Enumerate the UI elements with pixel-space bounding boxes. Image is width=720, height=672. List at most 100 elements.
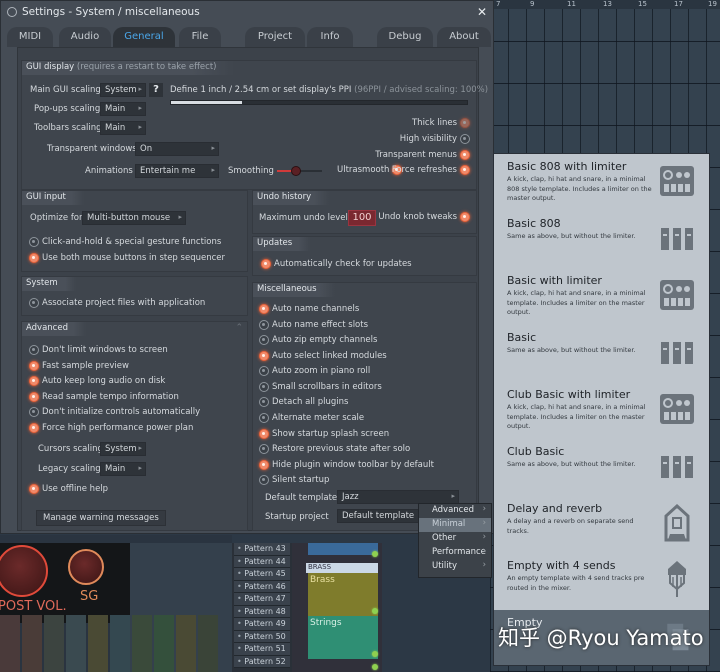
mixer-track[interactable] [66,615,86,672]
option-label: Show startup splash screen [272,429,390,439]
template-item[interactable]: Basic 808 with limiter A kick, clap, hi … [494,154,709,211]
template-item[interactable]: Basic with limiter A kick, clap, hi hat … [494,268,709,325]
smoothing-slider[interactable] [277,166,322,176]
tab-debug[interactable]: Debug [377,27,433,47]
channel-group-header[interactable]: BRASS [306,563,378,573]
transparent-windows-select[interactable]: On [135,142,219,156]
ppi-slider[interactable] [170,100,468,105]
channel-led[interactable] [372,651,378,657]
tab-midi[interactable]: MIDI [7,27,53,47]
tab-file[interactable]: File [179,27,221,47]
tab-project[interactable]: Project [245,27,305,47]
title-bar[interactable]: Settings - System / miscellaneous ✕ [1,1,493,25]
close-button[interactable]: ✕ [477,5,487,19]
menu-item-other[interactable]: Other [419,532,491,546]
pattern-item[interactable]: Pattern 46 [234,580,290,593]
mixer-track[interactable] [110,615,130,672]
tab-about[interactable]: About [437,27,491,47]
manage-warnings-button[interactable]: Manage warning messages [36,510,166,526]
legacy-scaling-select[interactable]: Main [100,462,146,476]
pattern-item[interactable]: Pattern 45 [234,568,290,581]
high-visibility-toggle[interactable]: High visibility [400,134,470,144]
pattern-item[interactable]: Pattern 48 [234,605,290,618]
pattern-item[interactable]: Pattern 49 [234,618,290,631]
mixer-track[interactable] [22,615,42,672]
advanced-option[interactable]: Auto keep long audio on disk [29,376,165,386]
mixer-track[interactable] [198,615,218,672]
mixer-track[interactable] [44,615,64,672]
mixer-track[interactable] [154,615,174,672]
misc-option[interactable]: Restore previous state after solo [259,444,410,454]
channel-led[interactable] [372,551,378,557]
smoothing-handle[interactable] [291,166,301,176]
animations-select[interactable]: Entertain me [135,164,219,178]
post-vol-knob[interactable] [0,545,48,597]
template-item[interactable]: Club Basic Same as above, but without th… [494,439,709,496]
popups-scaling-select[interactable]: Main [100,102,146,116]
template-item[interactable]: Delay and reverb A delay and a reverb on… [494,496,709,553]
transparent-menus-toggle[interactable]: Transparent menus [375,150,470,160]
misc-option[interactable]: Small scrollbars in editors [259,382,382,392]
advanced-option[interactable]: Force high performance power plan [29,423,193,433]
misc-option[interactable]: Alternate meter scale [259,413,364,423]
mixer-track[interactable] [0,615,20,672]
channel-brass[interactable]: Brass [308,573,378,616]
pattern-item[interactable]: Pattern 51 [234,643,290,656]
mixer-track[interactable] [176,615,196,672]
misc-option[interactable]: Auto zoom in piano roll [259,366,370,376]
misc-option[interactable]: Show startup splash screen [259,429,389,439]
main-gui-scaling-select[interactable]: System [100,83,146,97]
template-item[interactable]: Empty with 4 sends An empty template wit… [494,553,709,610]
pattern-item[interactable]: Pattern 44 [234,555,290,568]
auto-check-updates-toggle[interactable]: Automatically check for updates [261,259,412,269]
misc-option[interactable]: Silent startup [259,475,329,485]
offline-help-toggle[interactable]: Use offline help [29,484,108,494]
force-refreshes-toggle[interactable]: Force refreshes [392,165,470,175]
channel-strings[interactable]: Strings [308,616,378,659]
toolbars-scaling-select[interactable]: Main [100,121,146,135]
template-item[interactable]: Club Basic with limiter A kick, clap, hi… [494,382,709,439]
click-hold-toggle[interactable]: Click-and-hold & special gesture functio… [29,237,221,247]
template-item[interactable]: Basic Same as above, but without the lim… [494,325,709,382]
mixer-track[interactable] [88,615,108,672]
misc-option[interactable]: Hide plugin window toolbar by default [259,460,434,470]
playlist-ruler[interactable]: 7 9 11 13 15 17 19 [490,0,720,9]
misc-option[interactable]: Auto name channels [259,304,359,314]
undo-knob-tweaks-toggle[interactable]: Undo knob tweaks [378,212,470,222]
template-item[interactable]: Basic 808 Same as above, but without the… [494,211,709,268]
advanced-option[interactable]: Read sample tempo information [29,392,179,402]
misc-option[interactable]: Auto select linked modules [259,351,387,361]
menu-item-minimal[interactable]: Minimal [419,518,491,532]
channel-item[interactable] [308,543,378,555]
misc-option[interactable]: Auto zip empty channels [259,335,377,345]
menu-item-performance[interactable]: Performance [419,546,491,560]
channel-led[interactable] [372,608,378,614]
both-mouse-buttons-toggle[interactable]: Use both mouse buttons in step sequencer [29,253,225,263]
cursors-scaling-select[interactable]: System [100,442,146,456]
ppi-label: Define 1 inch / 2.54 cm or set display's… [170,85,488,95]
pattern-item[interactable]: Pattern 50 [234,630,290,643]
advanced-option[interactable]: Don't initialize controls automatically [29,407,200,417]
default-template-select[interactable]: Jazz [337,490,459,504]
help-button[interactable]: ? [149,83,163,97]
thick-lines-toggle[interactable]: Thick lines [412,118,470,128]
sg-knob[interactable] [68,549,104,585]
optimize-for-select[interactable]: Multi-button mouse [82,211,186,225]
collapse-icon[interactable]: ⌃ [235,323,243,333]
tab-audio[interactable]: Audio [59,27,111,47]
advanced-option[interactable]: Fast sample preview [29,361,129,371]
misc-option[interactable]: Auto name effect slots [259,320,368,330]
mixer-track[interactable] [132,615,152,672]
tab-info[interactable]: Info [307,27,353,47]
menu-item-utility[interactable]: Utility [419,560,491,574]
menu-item-advanced[interactable]: Advanced [419,504,491,518]
advanced-option[interactable]: Don't limit windows to screen [29,345,168,355]
misc-option[interactable]: Detach all plugins [259,397,348,407]
pattern-item[interactable]: Pattern 43 [234,543,290,556]
associate-files-toggle[interactable]: Associate project files with application [29,298,205,308]
pattern-item[interactable]: Pattern 47 [234,593,290,606]
pattern-item[interactable]: Pattern 52 [234,655,290,668]
tab-general[interactable]: General [113,27,175,47]
max-undo-value[interactable]: 100 [348,210,376,226]
channel-led[interactable] [372,664,378,670]
